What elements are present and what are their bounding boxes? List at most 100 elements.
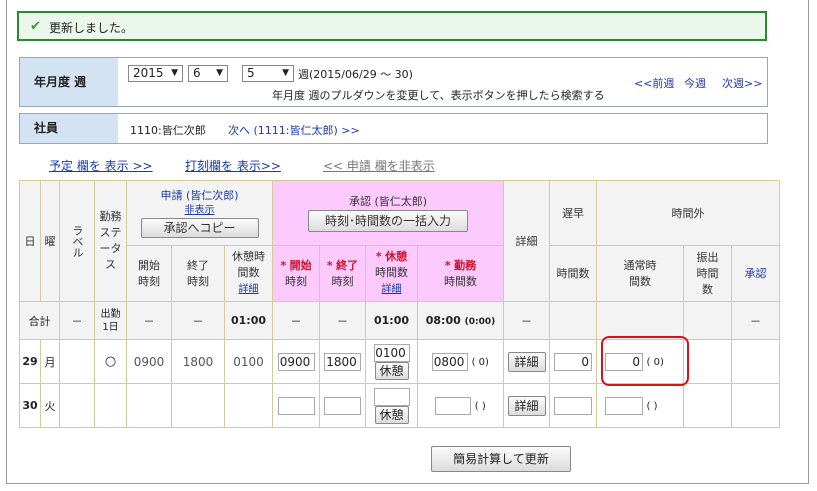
total-break: 01:00	[224, 301, 273, 340]
row30-a-work-paren: ( )	[474, 400, 486, 412]
col-apply-start: 開始時刻	[126, 245, 172, 302]
row30-late-input[interactable]	[554, 396, 592, 415]
approve-header: 承認 (皆仁太郎) 時刻･時間数の一括入力	[272, 180, 504, 246]
col-transfer-hours: 振出時間数	[683, 245, 732, 302]
col-late-hours: 時間数	[549, 245, 597, 302]
calc-update-button[interactable]: 簡易計算して更新	[431, 446, 571, 472]
week-select[interactable]: 5 ▼	[242, 65, 294, 82]
approve-break-detail-link[interactable]: 詳細	[382, 284, 402, 295]
row29-start: 0900	[126, 339, 172, 384]
row30-a-work-cell: ( )	[417, 383, 504, 428]
next-week-link[interactable]: 次週>>	[722, 75, 762, 91]
col-dow: 曜	[40, 180, 60, 302]
row29-end: 1800	[171, 339, 225, 384]
employee-value: 1110:皆仁次郎	[130, 124, 206, 137]
row30-status	[94, 383, 127, 428]
col-approve-start-label: 開始	[289, 258, 312, 272]
col-approve-end-label: 終了	[336, 258, 359, 272]
row30-late-cell	[549, 383, 597, 428]
row29-a-work-input[interactable]: 0800	[432, 352, 469, 371]
row30-normal-input[interactable]	[605, 396, 643, 415]
col-normal-hours: 通常時間数	[596, 245, 684, 302]
check-icon: ✔	[30, 19, 41, 34]
row29-a-start-input[interactable]: 0900	[277, 352, 315, 371]
success-notice: ✔ 更新しました。	[17, 11, 767, 41]
row29-day: 29	[19, 339, 41, 384]
row30-a-start-cell	[272, 383, 320, 428]
col-apply-break-label: 休憩時間数	[232, 250, 265, 279]
row29-detail-cell: 詳細	[503, 339, 550, 384]
this-week-link[interactable]: 今週	[684, 75, 706, 91]
col-approve-break: * 休憩 時間数 詳細	[365, 245, 418, 302]
col-approve-work-sub: 時間数	[444, 274, 477, 288]
col-detail: 詳細	[503, 180, 550, 302]
total-label: 合計	[19, 301, 60, 340]
prev-week-link[interactable]: <<前週	[634, 75, 674, 91]
row30-detail-button[interactable]: 詳細	[507, 395, 546, 416]
year-select[interactable]: 2015 ▼	[128, 65, 183, 82]
col-approve-break-sub: 時間数	[375, 266, 408, 279]
toggle-apply-link[interactable]: << 申請 欄を非表示	[323, 157, 435, 174]
row29-a-break-input[interactable]: 0100	[373, 343, 410, 362]
total-status: 出勤1日	[94, 301, 127, 340]
notice-text: 更新しました。	[49, 21, 134, 35]
total-normal	[596, 301, 684, 340]
copy-to-approve-button[interactable]: 承認へコピー	[140, 218, 259, 238]
row30-a-work-input[interactable]	[435, 396, 472, 415]
col-day: 日	[19, 180, 41, 302]
row30-dow: 火	[40, 383, 60, 428]
row29-a-work-cell: 0800 ( 0)	[417, 339, 504, 384]
week-label: 年月度 週	[20, 58, 118, 106]
row30-start	[126, 383, 172, 428]
total-a-break: 01:00	[365, 301, 418, 340]
total-detail: －	[503, 301, 550, 340]
row30-a-start-input[interactable]	[277, 396, 315, 415]
row29-a-work-paren: ( 0)	[471, 356, 489, 368]
toggle-plan-link[interactable]: 予定 欄を 表示 >>	[49, 157, 153, 174]
total-a-work-sub: (0:00)	[464, 317, 496, 327]
col-approve-break-label: 休憩	[385, 250, 408, 263]
month-select[interactable]: 6 ▼	[188, 65, 228, 82]
total-start: －	[126, 301, 172, 340]
week-range: 週(2015/06/29 ～ 30)	[298, 68, 413, 81]
row29-label	[59, 339, 95, 384]
total-label-cell: －	[59, 301, 95, 340]
row29-a-start-cell: 0900	[272, 339, 320, 384]
row29-ot-approve	[731, 339, 780, 384]
row29-break: 0100	[224, 339, 273, 384]
col-status: 勤務ステータス	[94, 180, 127, 302]
total-a-work: 08:00 (0:00)	[417, 301, 504, 340]
bulk-input-button[interactable]: 時刻･時間数の一括入力	[308, 210, 468, 232]
highlight-oval	[601, 336, 689, 386]
row30-normal-paren: ( )	[646, 400, 658, 412]
row29-a-end-cell: 1800	[319, 339, 366, 384]
table-row: 30 火 休憩 ( ) 詳細 ( )	[19, 383, 780, 428]
row29-late-input[interactable]: 0	[554, 352, 592, 371]
row30-normal-cell: ( )	[596, 383, 684, 428]
row30-a-end-cell	[319, 383, 366, 428]
apply-hide-link[interactable]: 非表示	[128, 203, 272, 218]
row30-break-button[interactable]: 休憩	[374, 405, 409, 424]
row30-label	[59, 383, 95, 428]
toggle-stamp-link[interactable]: 打刻欄を 表示>>	[185, 157, 281, 174]
total-end: －	[171, 301, 225, 340]
week-hint: 年月度 週のプルダウンを変更して、表示ボタンを押したら検索する	[272, 89, 605, 102]
col-approve-start: * 開始 時刻	[272, 245, 320, 302]
total-ot-approve: －	[731, 301, 780, 340]
total-a-end: －	[319, 301, 366, 340]
row30-end	[171, 383, 225, 428]
row29-detail-button[interactable]: 詳細	[507, 351, 546, 372]
col-apply-break: 休憩時間数 詳細	[224, 245, 273, 302]
col-approve-work: * 勤務 時間数	[417, 245, 504, 302]
row30-ot-approve	[731, 383, 780, 428]
total-a-start: －	[272, 301, 320, 340]
row29-break-button[interactable]: 休憩	[374, 361, 409, 380]
row29-status: ○	[94, 339, 127, 384]
next-employee-link[interactable]: 次へ (1111:皆仁太郎) >>	[228, 122, 360, 138]
col-label: ラベル	[59, 180, 95, 302]
row30-a-break-input[interactable]	[373, 387, 410, 406]
apply-break-detail-link[interactable]: 詳細	[239, 284, 259, 295]
row29-a-break-cell: 0100 休憩	[365, 339, 418, 384]
row29-a-end-input[interactable]: 1800	[324, 352, 361, 371]
row30-a-end-input[interactable]	[324, 396, 361, 415]
